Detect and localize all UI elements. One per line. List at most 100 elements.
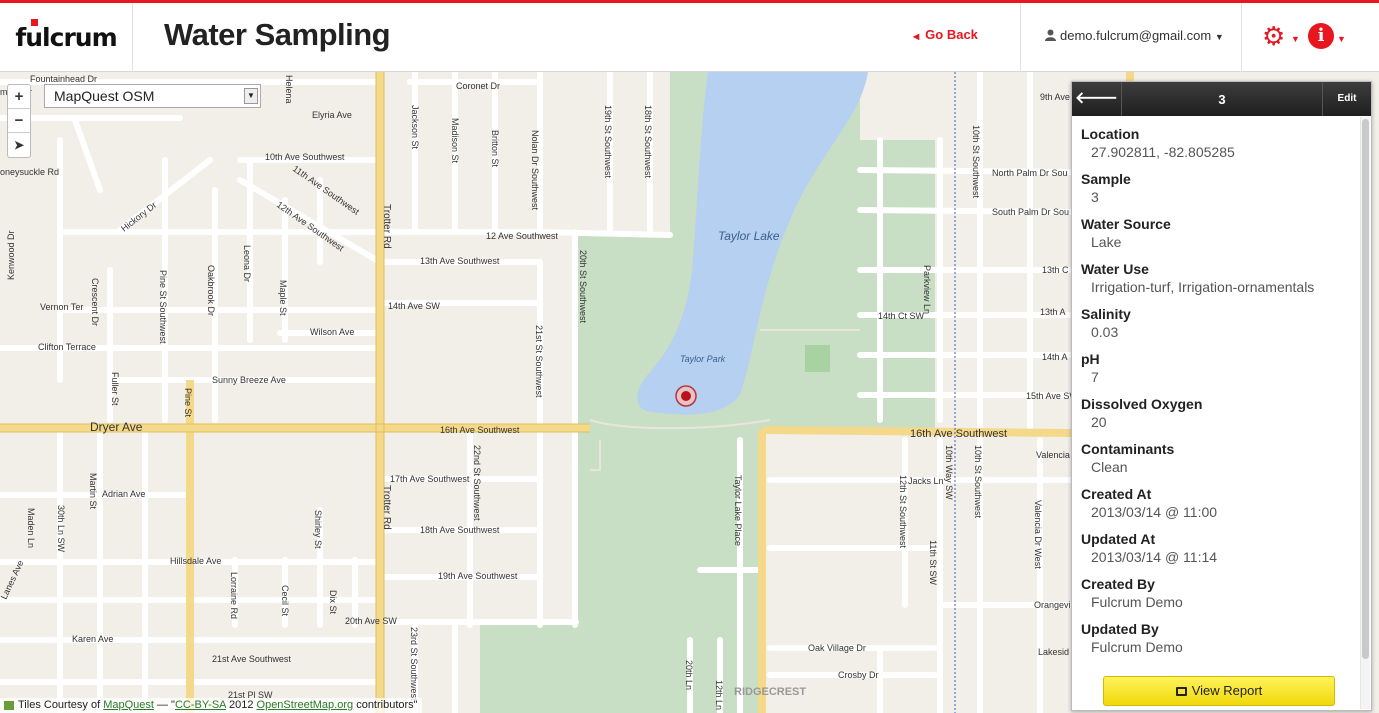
map-label: 12 Ave Southwest xyxy=(486,231,558,241)
field-label: Salinity xyxy=(1081,306,1131,322)
map-label: 10th St Southwest xyxy=(971,125,981,199)
field-label: Dissolved Oxygen xyxy=(1081,396,1203,412)
field-value: Clean xyxy=(1091,459,1128,475)
go-back-label: Go Back xyxy=(925,27,978,42)
back-button[interactable]: 🡐 xyxy=(1072,82,1122,116)
field-label: pH xyxy=(1081,351,1100,367)
zoom-in-button[interactable]: + xyxy=(8,85,30,109)
map-label: Elyria Ave xyxy=(312,110,352,120)
page-title: Water Sampling xyxy=(164,17,391,52)
chevron-down-icon: ▼ xyxy=(244,88,258,104)
map-label: Oakbrook Dr xyxy=(206,265,216,316)
map-label: Parkview Ln xyxy=(922,265,932,314)
field-value: Irrigation-turf, Irrigation-ornamentals xyxy=(1091,279,1315,295)
map-label: 19th Ave Southwest xyxy=(438,571,518,581)
view-report-button[interactable]: View Report xyxy=(1103,676,1335,706)
map-label: 10th Ave Southwest xyxy=(265,152,345,162)
map-label: 12th Ln xyxy=(714,680,724,710)
field-ph: pH 7 xyxy=(1081,350,1356,395)
map-label: 19th St Southwest xyxy=(603,105,613,179)
field-sample: Sample 3 xyxy=(1081,170,1356,215)
locate-icon[interactable]: ➤ xyxy=(8,133,30,157)
user-menu[interactable]: demo.fulcrum@gmail.com ▼ xyxy=(1020,3,1242,72)
edit-button[interactable]: Edit xyxy=(1322,82,1371,116)
field-label: Created At xyxy=(1081,486,1152,502)
map-label: 10th St Southwest xyxy=(973,445,983,519)
mapquest-link[interactable]: MapQuest xyxy=(103,699,154,711)
field-label: Sample xyxy=(1081,171,1131,187)
map-label: Taylor Lake xyxy=(718,229,780,243)
go-back-link[interactable]: ◀ Go Back xyxy=(913,27,978,42)
map-label: Hillsdale Ave xyxy=(170,556,221,566)
map-label: Sunny Breeze Ave xyxy=(212,375,286,385)
scrollbar-thumb[interactable] xyxy=(1362,119,1369,659)
license-link[interactable]: CC-BY-SA xyxy=(175,699,226,711)
map-label: Britton St xyxy=(490,130,500,168)
map-label: Jacks Ln xyxy=(908,476,944,486)
sample-marker[interactable] xyxy=(675,385,697,407)
logo-text: fulcrum xyxy=(15,23,117,52)
field-value: 7 xyxy=(1091,369,1099,385)
field-created-by: Created By Fulcrum Demo xyxy=(1081,575,1356,620)
field-value: 2013/03/14 @ 11:14 xyxy=(1091,549,1218,565)
app-logo[interactable]: fulcrum xyxy=(15,19,118,52)
field-dissolved-oxygen: Dissolved Oxygen 20 xyxy=(1081,395,1356,440)
map-label: Taylor Park xyxy=(680,354,726,364)
record-title: 3 xyxy=(1218,92,1226,107)
field-value: 3 xyxy=(1091,189,1099,205)
map-label: 30th Ln SW xyxy=(56,505,66,553)
logo-mark xyxy=(31,19,39,26)
map-label: 10th Way SW xyxy=(944,445,954,500)
field-value: Fulcrum Demo xyxy=(1091,594,1183,610)
field-value: 27.902811, -82.805285 xyxy=(1091,144,1235,160)
map-label: 14th Ave SW xyxy=(388,301,440,311)
field-label: Updated By xyxy=(1081,621,1159,637)
map-label: Oak Village Dr xyxy=(808,643,866,653)
map-label: 13th C xyxy=(1042,265,1069,275)
map-label: 20th St Southwest xyxy=(578,250,588,324)
map-label: Adrian Ave xyxy=(102,489,145,499)
map-label: Madison St xyxy=(450,118,460,164)
map-layer-select[interactable]: MapQuest OSM ▼ xyxy=(44,84,261,108)
info-icon[interactable]: i xyxy=(1308,23,1334,49)
print-icon xyxy=(1175,687,1187,696)
map-label: Trotter Rd xyxy=(381,204,392,249)
app-header: fulcrum Water Sampling ◀ Go Back demo.ful… xyxy=(0,3,1379,72)
field-label: Updated At xyxy=(1081,531,1156,547)
field-value: Lake xyxy=(1091,234,1122,250)
field-value: Fulcrum Demo xyxy=(1091,639,1183,655)
map-label: 20th Ln xyxy=(684,660,694,690)
map-label: Pine St Southwest xyxy=(158,270,168,344)
zoom-out-button[interactable]: − xyxy=(8,109,30,133)
attribution-year: 2012 xyxy=(225,699,257,711)
gear-icon[interactable]: ⚙ xyxy=(1262,23,1285,49)
map-label: Vernon Ter xyxy=(40,302,83,312)
map-label: Wilson Ave xyxy=(310,327,354,337)
panel-scrollbar[interactable] xyxy=(1360,117,1370,709)
map-label: Dix St xyxy=(328,590,338,615)
map-label: Orangevi xyxy=(1034,600,1071,610)
field-created-at: Created At 2013/03/14 @ 11:00 xyxy=(1081,485,1356,530)
user-dropdown[interactable]: demo.fulcrum@gmail.com ▼ xyxy=(1045,28,1224,43)
map-label: 17th Ave Southwest xyxy=(390,474,470,484)
map-label: North Palm Dr Sou xyxy=(992,168,1068,178)
field-water-source: Water Source Lake xyxy=(1081,215,1356,260)
map-label: 18th St Southwest xyxy=(643,105,653,179)
logo-area[interactable]: fulcrum xyxy=(0,3,133,72)
map-label: Trotter Rd xyxy=(381,485,392,530)
field-label: Water Use xyxy=(1081,261,1149,277)
map-label: 9th Ave xyxy=(1040,92,1070,102)
attribution-middle: — " xyxy=(153,699,175,711)
field-label: Contaminants xyxy=(1081,441,1175,457)
info-caret-icon: ▼ xyxy=(1337,34,1346,44)
field-label: Created By xyxy=(1081,576,1155,592)
map-label: 11th St SW xyxy=(928,540,938,585)
map-label: Helena xyxy=(284,75,294,104)
map-label: Pine St xyxy=(183,388,193,418)
map-label: Leona Dr xyxy=(242,245,252,282)
map-attribution: Tiles Courtesy of MapQuest — "CC-BY-SA 2… xyxy=(0,698,422,713)
osm-link[interactable]: OpenStreetMap.org xyxy=(257,699,354,711)
mapquest-logo-icon xyxy=(4,701,14,710)
map-label: Shirley St xyxy=(313,510,323,549)
map-label: 12th St Southwest xyxy=(898,475,908,549)
